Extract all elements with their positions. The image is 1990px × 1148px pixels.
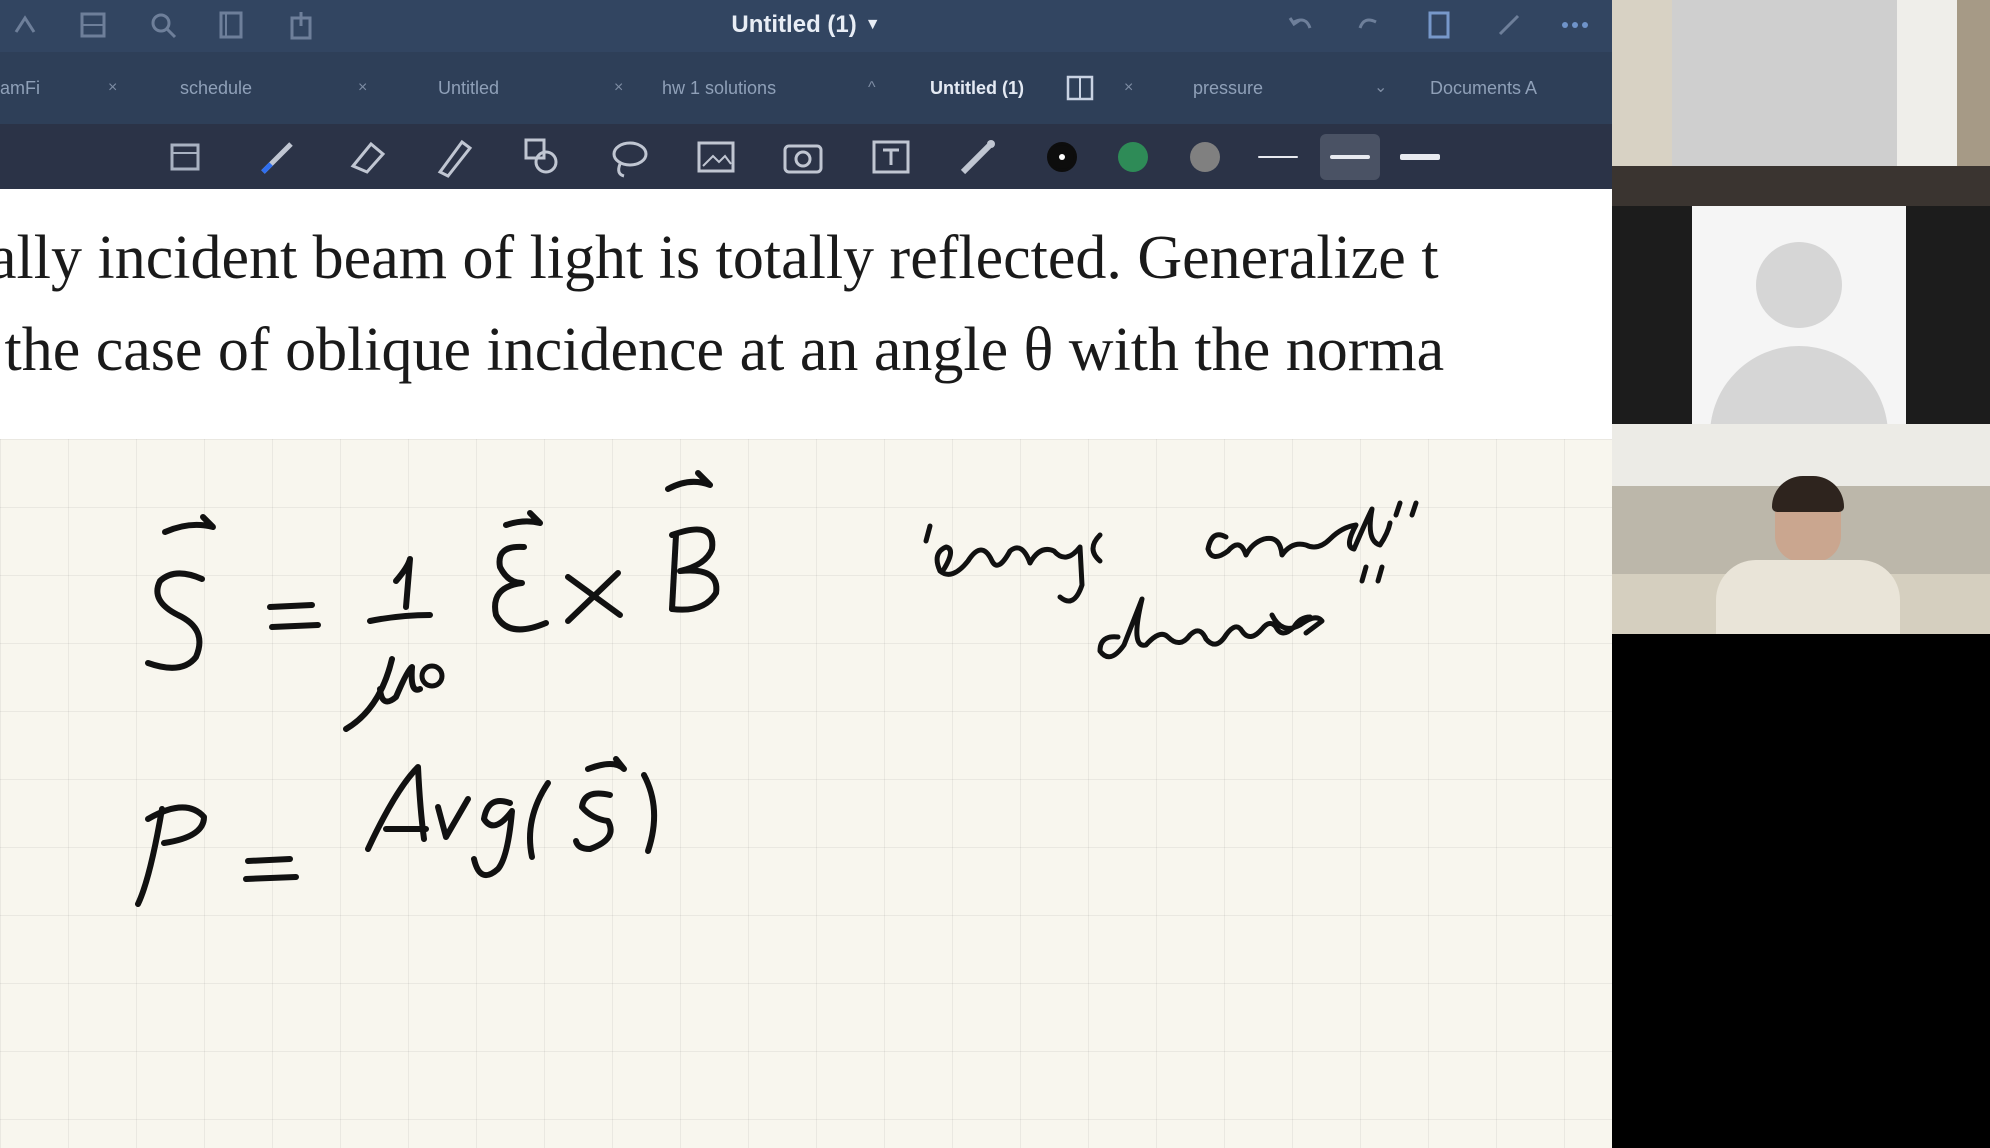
tab-hw1-solutions[interactable]: hw 1 solutions: [662, 52, 776, 124]
shapes-icon[interactable]: [518, 134, 564, 180]
eraser-icon[interactable]: [345, 134, 391, 180]
handwritten-equals: [267, 602, 321, 630]
avatar-panel: [1692, 206, 1906, 424]
tab-bar: amFi × schedule × Untitled × hw 1 soluti…: [0, 52, 1612, 124]
room-board: [1672, 0, 1897, 166]
image-icon[interactable]: [693, 134, 739, 180]
avatar-body: [1710, 346, 1888, 424]
document-icon[interactable]: [1424, 10, 1454, 40]
tab-documents[interactable]: Documents A: [1430, 52, 1537, 124]
close-icon[interactable]: ×: [108, 52, 117, 124]
tab-schedule[interactable]: schedule: [180, 52, 252, 124]
stroke-medium[interactable]: [1320, 134, 1380, 180]
title-bar: Untitled (1) ▼: [0, 0, 1612, 52]
color-gray-swatch[interactable]: [1190, 142, 1220, 172]
stroke-thin[interactable]: [1248, 134, 1308, 180]
handwritten-avg: [365, 756, 658, 879]
camera-icon[interactable]: [780, 134, 826, 180]
edit-icon[interactable]: [1494, 10, 1524, 40]
tab-untitled-1[interactable]: Untitled (1): [930, 52, 1024, 124]
chevron-up-icon[interactable]: ^: [868, 52, 876, 124]
chevron-down-icon[interactable]: ▼: [865, 16, 881, 33]
color-black-swatch[interactable]: [1047, 142, 1077, 172]
handwritten-fraction: [343, 556, 445, 732]
avatar-head: [1756, 242, 1842, 328]
tab-untitled[interactable]: Untitled: [438, 52, 499, 124]
document-title-text: Untitled (1): [731, 11, 857, 38]
participant-video-tile[interactable]: [1612, 0, 1990, 206]
handwritten-p: [135, 804, 207, 907]
empty-video-area: [1612, 634, 1990, 1148]
handwritten-s-vector: [145, 514, 216, 671]
page-layout-icon[interactable]: [163, 134, 209, 180]
more-icon[interactable]: [1560, 10, 1590, 40]
handwritten-e-vector: [492, 510, 549, 633]
stroke-thick[interactable]: [1390, 134, 1450, 180]
highlighter-icon[interactable]: [430, 134, 476, 180]
pen-icon[interactable]: [255, 134, 301, 180]
text-box-icon[interactable]: [868, 134, 914, 180]
tab-amfi[interactable]: amFi: [0, 52, 40, 124]
note-page[interactable]: nally incident beam of light is totally …: [0, 189, 1612, 1148]
handwritten-times: [565, 570, 623, 624]
handwriting-layer: [135, 470, 1419, 907]
color-green-swatch[interactable]: [1118, 142, 1148, 172]
drawing-toolbar: [0, 124, 1612, 189]
close-icon[interactable]: ×: [1124, 52, 1133, 124]
close-icon[interactable]: ×: [358, 52, 367, 124]
chevron-down-icon[interactable]: ⌄: [1374, 52, 1387, 124]
participant-avatar-tile[interactable]: [1612, 206, 1990, 424]
room-fridge: [1897, 0, 1957, 166]
laser-pointer-icon[interactable]: [955, 134, 1001, 180]
handwritten-note: [923, 500, 1419, 660]
person-shirt: [1716, 560, 1900, 634]
notes-app: Untitled (1) ▼ amFi × schedule × Untitled…: [0, 0, 1612, 1148]
handwritten-equals: [243, 856, 299, 882]
lasso-icon[interactable]: [606, 134, 652, 180]
redo-icon[interactable]: [1354, 10, 1384, 40]
tab-pressure[interactable]: pressure: [1193, 52, 1263, 124]
split-view-icon[interactable]: [1066, 74, 1094, 102]
close-icon[interactable]: ×: [614, 52, 623, 124]
undo-icon[interactable]: [1286, 10, 1316, 40]
participant-video-tile[interactable]: [1612, 424, 1990, 634]
handwritten-b-vector: [665, 470, 720, 613]
room-floor: [1612, 166, 1990, 206]
